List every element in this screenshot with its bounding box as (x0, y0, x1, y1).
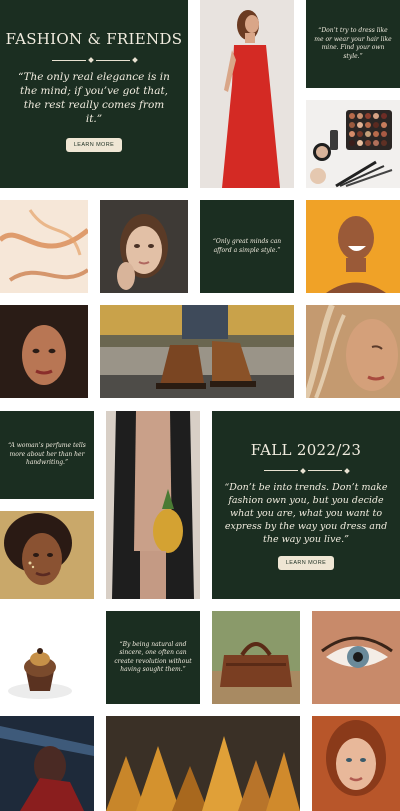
quote-perfume: “A woman’s perfume tells more about her … (0, 411, 94, 499)
woman-portrait-dark-hair-photo (0, 305, 88, 398)
woman-red-dress-photo (200, 0, 294, 188)
quote-great-minds: “Only great minds can afford a simple st… (200, 200, 294, 293)
woman-in-car-photo (0, 716, 94, 811)
brand-panel: FASHION & FRIENDS “The only real eleganc… (0, 0, 188, 188)
woman-red-hair-portrait-photo (312, 716, 400, 811)
fall-learn-more-button[interactable]: LEARN MORE (277, 555, 335, 570)
brand-divider (51, 57, 138, 63)
fall-title: FALL 2022/23 (250, 440, 362, 459)
autumn-forest-photo (106, 716, 300, 811)
fall-collection-panel: FALL 2022/23 “Don’t be into trends. Don’… (212, 411, 400, 599)
abstract-swirl-photo (0, 200, 88, 293)
quote-dress-like-me: “Don’t try to dress like me or wear your… (306, 0, 400, 88)
woman-laughing-photo (306, 200, 400, 293)
brand-quote: “The only real elegance is in the mind; … (18, 71, 170, 125)
fall-quote: “Don’t be into trends. Don’t make fashio… (224, 481, 388, 545)
makeup-palette-photo (306, 100, 400, 188)
brand-title: FASHION & FRIENDS (5, 30, 183, 48)
fall-divider (263, 467, 350, 474)
brand-learn-more-button[interactable]: LEARN MORE (65, 138, 123, 152)
quote-natural-sincere: “By being natural and sincere, one often… (106, 611, 200, 704)
woman-with-pampas-photo (306, 305, 400, 398)
leather-boots-photo (100, 305, 294, 398)
woman-curly-hair-photo (0, 511, 94, 599)
cupcake-photo (0, 611, 94, 704)
woman-with-pineapple-photo (106, 411, 200, 599)
woman-hand-on-face-photo (100, 200, 188, 293)
leather-bag-photo (212, 611, 300, 704)
eye-closeup-photo (312, 611, 400, 704)
